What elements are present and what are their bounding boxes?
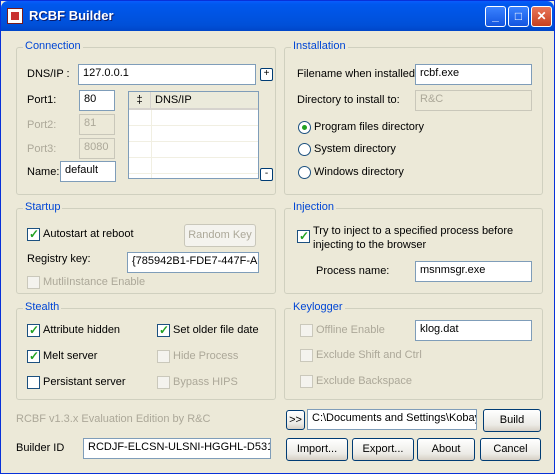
stealth-group-label: Stealth: [23, 301, 62, 313]
random-key-button[interactable]: Random Key: [184, 224, 256, 247]
dns-input[interactable]: 127.0.0.1: [78, 64, 256, 85]
persistant-server-label[interactable]: Persistant server: [43, 376, 126, 388]
export-button[interactable]: Export...: [352, 438, 414, 461]
system-directory-radio[interactable]: [298, 143, 311, 156]
list-column-dns[interactable]: DNS/IP: [151, 92, 258, 110]
hide-process-label[interactable]: Hide Process: [173, 350, 238, 362]
builder-id-input[interactable]: RCDJF-ELCSN-ULSNI-HGGHL-D531C: [83, 438, 271, 459]
keylog-file-input[interactable]: klog.dat: [415, 320, 532, 341]
port2-input[interactable]: 81: [79, 114, 115, 135]
add-dns-button[interactable]: +: [260, 68, 273, 81]
directory-input[interactable]: R&C: [415, 90, 532, 111]
bypass-hips-checkbox[interactable]: [157, 376, 170, 389]
window-title: RCBF Builder: [29, 8, 114, 23]
directory-label: Directory to install to:: [297, 94, 400, 106]
browse-button[interactable]: >>: [286, 410, 305, 430]
app-icon: [7, 8, 23, 24]
exclude-shift-checkbox[interactable]: [300, 349, 313, 362]
port3-input[interactable]: 8080: [79, 138, 115, 159]
inject-label[interactable]: Try to inject to a specified process bef…: [313, 224, 535, 252]
minimize-button[interactable]: _: [485, 6, 506, 27]
close-button[interactable]: ✕: [531, 6, 552, 27]
program-files-label[interactable]: Program files directory: [314, 121, 424, 133]
filename-input[interactable]: rcbf.exe: [415, 64, 532, 85]
installation-group-label: Installation: [291, 40, 348, 52]
process-name-label: Process name:: [316, 265, 390, 277]
exclude-backspace-checkbox[interactable]: [300, 375, 313, 388]
port1-input[interactable]: 80: [79, 90, 115, 111]
import-button[interactable]: Import...: [286, 438, 348, 461]
attribute-hidden-label[interactable]: Attribute hidden: [43, 324, 120, 336]
offline-enable-checkbox[interactable]: [300, 324, 313, 337]
autostart-label[interactable]: Autostart at reboot: [43, 228, 134, 240]
port3-label: Port3:: [27, 143, 57, 155]
hide-process-checkbox[interactable]: [157, 350, 170, 363]
older-date-checkbox[interactable]: [157, 323, 170, 337]
name-input[interactable]: default: [60, 161, 116, 182]
injection-group-label: Injection: [291, 201, 336, 213]
filename-label: Filename when installed:: [297, 68, 419, 80]
exclude-backspace-label[interactable]: Exclude Backspace: [316, 375, 412, 387]
registry-key-input[interactable]: {785942B1-FDE7-447F-A9: [127, 252, 259, 273]
multiinstance-checkbox[interactable]: [27, 276, 40, 289]
build-button[interactable]: Build: [483, 409, 541, 432]
cancel-button[interactable]: Cancel: [480, 438, 541, 461]
about-button[interactable]: About: [417, 438, 475, 461]
bypass-hips-label[interactable]: Bypass HIPS: [173, 376, 238, 388]
builder-window: RCBF Builder _ □ ✕ Connection DNS/IP : 1…: [0, 0, 555, 474]
autostart-checkbox[interactable]: [27, 227, 40, 241]
list-item[interactable]: [129, 142, 258, 158]
inject-checkbox[interactable]: [297, 229, 310, 243]
builder-id-label: Builder ID: [16, 442, 65, 454]
startup-group-label: Startup: [23, 201, 63, 213]
windows-directory-radio[interactable]: [298, 166, 311, 179]
list-item[interactable]: [129, 158, 258, 174]
offline-enable-label[interactable]: Offline Enable: [316, 324, 385, 336]
exclude-shift-label[interactable]: Exclude Shift and Ctrl: [316, 349, 422, 361]
dns-label: DNS/IP :: [27, 68, 70, 80]
process-name-input[interactable]: msnmsgr.exe: [415, 261, 532, 282]
melt-server-label[interactable]: Melt server: [43, 350, 97, 362]
multiinstance-label[interactable]: MutliInstance Enable: [43, 276, 145, 288]
connection-group-label: Connection: [23, 40, 83, 52]
melt-server-checkbox[interactable]: [27, 349, 40, 363]
output-path-input[interactable]: C:\Documents and Settings\Kobay: [307, 409, 477, 430]
maximize-button[interactable]: □: [508, 6, 529, 27]
port1-label: Port1:: [27, 94, 57, 106]
dns-listview[interactable]: ‡ DNS/IP: [128, 91, 259, 179]
keylogger-group-label: Keylogger: [291, 301, 345, 313]
attribute-hidden-checkbox[interactable]: [27, 323, 40, 337]
name-label: Name:: [27, 166, 60, 178]
list-column-index[interactable]: ‡: [129, 92, 151, 110]
system-directory-label[interactable]: System directory: [314, 143, 396, 155]
program-files-radio[interactable]: [298, 121, 311, 134]
persistant-server-checkbox[interactable]: [27, 376, 40, 389]
registry-key-label: Registry key:: [27, 253, 91, 265]
list-divider: [151, 110, 152, 178]
list-item[interactable]: [129, 126, 258, 142]
older-date-label[interactable]: Set older file date: [173, 324, 259, 336]
edition-text: RCBF v1.3.x Evaluation Edition by R&C: [16, 413, 211, 425]
remove-dns-button[interactable]: -: [260, 168, 273, 181]
port2-label: Port2:: [27, 119, 57, 131]
list-item[interactable]: [129, 110, 258, 126]
windows-directory-label[interactable]: Windows directory: [314, 166, 404, 178]
title-bar[interactable]: RCBF Builder _ □ ✕: [1, 1, 554, 31]
